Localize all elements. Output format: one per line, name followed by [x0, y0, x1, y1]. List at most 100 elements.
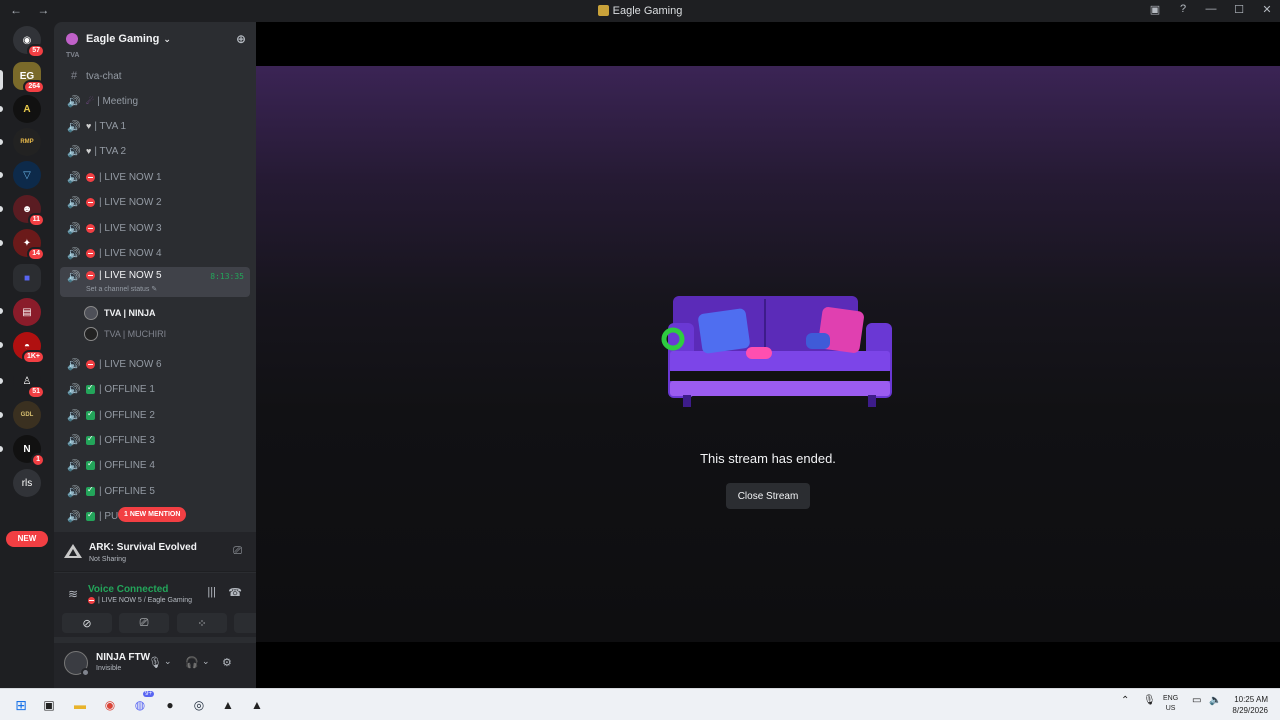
channel-offline-5[interactable]: 🔊 | OFFLINE 5	[60, 480, 250, 502]
ark-icon[interactable]: ▲	[248, 696, 266, 714]
server-a[interactable]: A	[13, 95, 41, 123]
steam-icon[interactable]: ◎	[190, 696, 208, 714]
category-tva[interactable]: TVA	[66, 52, 79, 59]
activities-button[interactable]: ⁘	[177, 613, 227, 633]
voice-channel-info[interactable]: | LIVE NOW 5 / Eagle Gaming	[88, 597, 192, 604]
channel-live-now-6[interactable]: 🔊 | LIVE NOW 6	[60, 353, 250, 375]
screen-share-button[interactable]: ⎚	[119, 613, 169, 633]
clock[interactable]: 10:25 AM 8/29/2026	[1232, 694, 1268, 716]
channel-live-now-4[interactable]: 🔊 | LIVE NOW 4	[60, 242, 250, 264]
voice-user[interactable]: TVA | NINJA	[84, 303, 156, 323]
couch-illustration	[661, 296, 892, 407]
voice-user[interactable]: TVA | MUCHIRI	[84, 324, 166, 344]
minimize-button[interactable]: —	[1204, 3, 1218, 16]
discord-taskbar-icon[interactable]: ◍ 9+	[131, 691, 154, 714]
chrome-icon[interactable]: ◉	[101, 696, 119, 714]
share-screen-icon[interactable]: ⎚	[233, 545, 242, 558]
channel-live-now-2[interactable]: 🔊 | LIVE NOW 2	[60, 191, 250, 213]
server-badge: 51	[27, 385, 45, 399]
signal-icon[interactable]: ≋	[68, 587, 78, 601]
pencil-icon: ✎	[151, 286, 158, 293]
show-hidden-icons-icon[interactable]: ⌃	[1121, 695, 1129, 706]
add-user-icon[interactable]: ⊕	[236, 32, 246, 46]
check-box-icon	[86, 485, 95, 496]
channel-label: | LIVE NOW 6	[99, 358, 162, 370]
speaker-icon: 🔊	[67, 459, 81, 472]
channel-offline-3[interactable]: 🔊 | OFFLINE 3	[60, 429, 250, 451]
channel-live-now-5[interactable]: 🔊 | LIVE NOW 5 8:13:35 Set a channel stat…	[60, 267, 250, 297]
close-window-button[interactable]: ✕	[1260, 3, 1274, 16]
server-rampage[interactable]: RMP	[13, 128, 41, 156]
voice-panel: ≋ Voice Connected | LIVE NOW 5 / Eagle G…	[54, 573, 284, 637]
screen-share-icon: ⎚	[139, 616, 149, 629]
file-explorer-icon[interactable]: ▬	[71, 696, 89, 714]
ark-icon[interactable]: ▲	[219, 696, 237, 714]
server-folder[interactable]: ■	[13, 264, 41, 292]
new-mention-badge[interactable]: 1 NEW MENTION	[118, 507, 187, 522]
task-view-icon[interactable]: ▣	[40, 696, 58, 714]
server-red-character[interactable]: ☻ 11	[13, 195, 45, 227]
windows-start-icon[interactable]: ⊞	[12, 696, 30, 714]
server-badge: 1	[31, 453, 45, 467]
server-header[interactable]: Eagle Gaming ⌄ ⊕	[54, 22, 256, 56]
user-status: Invisible	[96, 665, 122, 672]
channel-label: | OFFLINE 1	[99, 383, 155, 395]
server-icon	[597, 5, 609, 16]
speaker-icon: 🔊	[67, 222, 81, 235]
channel-tva-chat[interactable]: # tva-chat	[60, 65, 250, 87]
microphone-tray-icon[interactable]: 🎙	[1143, 695, 1156, 706]
new-unreads-badge[interactable]: NEW	[6, 531, 48, 547]
network-icon[interactable]: ▭	[1192, 695, 1201, 706]
obs-icon[interactable]: ●	[161, 696, 179, 714]
server-ninja[interactable]: N1	[13, 435, 45, 467]
server-rls[interactable]: rls	[13, 469, 41, 497]
server-shield[interactable]: ▽	[13, 161, 41, 189]
server-person[interactable]: ♙ 51	[13, 367, 45, 399]
channel-meeting[interactable]: 🔊 ☄ | Meeting	[60, 90, 250, 112]
noise-suppression-icon[interactable]: |||	[207, 586, 216, 598]
maximize-button[interactable]: ☐	[1232, 3, 1246, 16]
channel-tva-1[interactable]: 🔊 ♥ | TVA 1	[60, 115, 250, 137]
close-stream-button[interactable]: Close Stream	[726, 483, 810, 509]
server-eagle-gaming[interactable]: EG 264	[13, 62, 45, 94]
chevron-down-icon[interactable]: ⌄	[202, 656, 210, 667]
channel-label: | PU	[99, 510, 119, 522]
channel-live-now-3[interactable]: 🔊 | LIVE NOW 3	[60, 217, 250, 239]
window-title: Eagle Gaming	[0, 5, 1280, 17]
channel-label: | TVA 1	[94, 120, 127, 132]
voice-connected-label[interactable]: Voice Connected	[88, 584, 168, 595]
channel-offline-1[interactable]: 🔊 | OFFLINE 1	[60, 378, 250, 400]
shield-icon: ▽	[23, 169, 31, 181]
server-name: Eagle Gaming	[86, 33, 160, 45]
server-gold[interactable]: GDL	[13, 401, 41, 429]
inbox-icon[interactable]: ▣	[1148, 3, 1162, 16]
taskbar: ⊞ ▣ ▬ ◉ ◍ 9+ ● ◎ ▲ ▲ ⌃ 🎙 ENG US ▭ 🔈 10:25 …	[0, 688, 1280, 720]
server-red[interactable]: ◓ 1K+	[13, 332, 45, 364]
camera-button[interactable]: ⊘	[62, 613, 112, 633]
direct-messages-button[interactable]: ◉ 57	[13, 26, 45, 58]
gear-icon[interactable]: ⚙	[222, 656, 232, 669]
username[interactable]: NINJA FTW	[96, 652, 150, 663]
help-icon[interactable]: ?	[1176, 3, 1190, 16]
chevron-down-icon[interactable]: ⌄	[164, 656, 172, 667]
disconnect-icon[interactable]: ☎	[228, 586, 242, 599]
headphones-icon[interactable]: 🎧	[185, 656, 199, 669]
server-dark-red[interactable]: ✦ 14	[13, 229, 45, 261]
channel-offline-2[interactable]: 🔊 | OFFLINE 2	[60, 404, 250, 426]
activity-panel: ARK: Survival Evolved Not Sharing ⎚	[54, 532, 256, 572]
volume-icon[interactable]: 🔈	[1209, 695, 1221, 706]
camera-off-icon: ⊘	[82, 617, 92, 630]
server-header-icon	[66, 33, 78, 45]
server-red-white[interactable]: ▤	[13, 298, 41, 326]
channel-tva-2[interactable]: 🔊 ♥ | TVA 2	[60, 140, 250, 162]
channel-live-now-1[interactable]: 🔊 | LIVE NOW 1	[60, 166, 250, 188]
channel-label: | Meeting	[97, 95, 139, 107]
language-indicator[interactable]: ENG US	[1163, 694, 1178, 714]
channel-status-button[interactable]: Set a channel status ✎	[86, 285, 157, 293]
microphone-icon[interactable]: 🎙	[148, 656, 162, 669]
stream-stage: This stream has ended. Close Stream	[256, 22, 1280, 688]
channel-label: | LIVE NOW 5	[99, 270, 162, 281]
user-panel: NINJA FTW Invisible 🎙 ⌄ 🎧 ⌄ ⚙	[54, 643, 256, 688]
channel-offline-4[interactable]: 🔊 | OFFLINE 4	[60, 454, 250, 476]
server-badge: 264	[23, 80, 45, 94]
